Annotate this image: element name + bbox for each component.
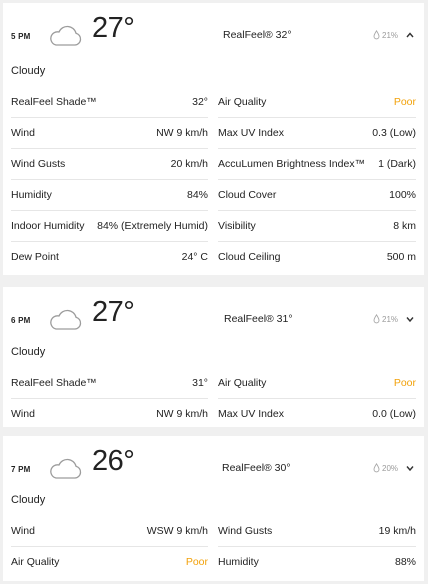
detail-row-wind: Wind NW 9 km/h (11, 118, 208, 149)
detail-value: 31° (192, 377, 208, 389)
detail-label: Air Quality (11, 556, 60, 568)
chevron-up-icon[interactable] (405, 31, 415, 39)
detail-label: Wind (11, 408, 35, 420)
detail-label: Humidity (218, 556, 259, 568)
detail-label: Humidity (11, 189, 52, 201)
chevron-down-icon[interactable] (405, 464, 415, 472)
detail-row-air-quality: Air Quality Poor (218, 368, 416, 399)
detail-row-air-quality: Air Quality Poor (11, 547, 208, 578)
detail-label: Cloud Ceiling (218, 251, 281, 263)
detail-value: 20 km/h (170, 158, 208, 170)
detail-label: Dew Point (11, 251, 59, 263)
detail-row-max-uv-index: Max UV Index 0.3 (Low) (218, 118, 416, 149)
detail-value: 100% (389, 189, 416, 201)
detail-value: 1 (Dark) (378, 158, 416, 170)
detail-value: 84% (186, 189, 208, 201)
air-quality-value: Poor (393, 377, 416, 389)
detail-value: 32° (192, 96, 208, 108)
detail-row-air-quality: Air Quality Poor (218, 87, 416, 118)
weather-phrase: Cloudy (11, 65, 46, 77)
cloud-icon (50, 25, 82, 46)
raindrop-icon (373, 314, 380, 324)
hour-time: 7 PM (11, 465, 31, 474)
detail-label: Visibility (218, 220, 256, 232)
detail-row-humidity: Humidity 88% (218, 547, 416, 578)
detail-row-realfeel-shade: RealFeel Shade™ 32° (11, 87, 208, 118)
detail-value: 24° C (181, 251, 208, 263)
detail-label: Wind Gusts (11, 158, 66, 170)
precipitation-probability: 21% (373, 30, 398, 40)
hourly-card-header[interactable]: 7 PM 26° RealFeel® 30° 20% (3, 436, 424, 498)
hour-time: 5 PM (11, 32, 31, 41)
detail-value: 0.0 (Low) (372, 408, 416, 420)
detail-label: Wind (11, 525, 35, 537)
detail-label: Indoor Humidity (11, 220, 85, 232)
hour-realfeel: RealFeel® 30° (222, 462, 291, 474)
detail-row-indoor-humidity: Indoor Humidity 84% (Extremely Humid) (11, 211, 208, 242)
detail-row-visibility: Visibility 8 km (218, 211, 416, 242)
weather-phrase: Cloudy (11, 346, 46, 358)
detail-row-wind-gusts: Wind Gusts 20 km/h (11, 149, 208, 180)
detail-value: WSW 9 km/h (146, 525, 208, 537)
detail-row-humidity: Humidity 84% (11, 180, 208, 211)
hour-realfeel: RealFeel® 31° (224, 313, 293, 325)
detail-row-realfeel-shade: RealFeel Shade™ 31° (11, 368, 208, 399)
raindrop-icon (373, 30, 380, 40)
precipitation-probability: 20% (373, 463, 398, 473)
detail-label: RealFeel Shade™ (11, 96, 97, 108)
detail-label: Max UV Index (218, 127, 284, 139)
detail-value: NW 9 km/h (156, 127, 208, 139)
chevron-down-icon[interactable] (405, 315, 415, 323)
detail-row-wind: Wind NW 9 km/h (11, 399, 208, 430)
detail-row-dew-point: Dew Point 24° C (11, 242, 208, 273)
detail-value: 8 km (393, 220, 416, 232)
detail-value: 88% (394, 556, 416, 568)
precipitation-value: 21% (382, 314, 399, 324)
hour-temperature: 26° (92, 445, 135, 477)
precipitation-value: 20% (382, 463, 399, 473)
detail-value: 500 m (386, 251, 416, 263)
detail-label: Air Quality (218, 96, 267, 108)
hour-temperature: 27° (92, 12, 135, 44)
hourly-card-header[interactable]: 6 PM 27° RealFeel® 31° 21% (3, 287, 424, 349)
raindrop-icon (373, 463, 380, 473)
detail-row-wind-gusts: Wind Gusts 19 km/h (218, 516, 416, 547)
detail-value: 19 km/h (378, 525, 416, 537)
hour-time: 6 PM (11, 316, 31, 325)
hourly-card-5pm[interactable]: 5 PM 27° RealFeel® 32° 21% Cloudy RealFe… (3, 3, 424, 275)
detail-label: Max UV Index (218, 408, 284, 420)
hour-temperature: 27° (92, 296, 135, 328)
detail-row-wind: Wind WSW 9 km/h (11, 516, 208, 547)
detail-label: Wind (11, 127, 35, 139)
detail-label: Cloud Cover (218, 189, 277, 201)
precipitation-probability: 21% (373, 314, 398, 324)
detail-label: Wind Gusts (218, 525, 273, 537)
detail-value: 84% (Extremely Humid) (97, 220, 208, 232)
detail-row-cloud-ceiling: Cloud Ceiling 500 m (218, 242, 416, 273)
precipitation-value: 21% (382, 30, 399, 40)
hourly-card-header[interactable]: 5 PM 27° RealFeel® 32° 21% (3, 3, 424, 65)
detail-label: Air Quality (218, 377, 267, 389)
hour-realfeel: RealFeel® 32° (223, 29, 292, 41)
cloud-icon (50, 309, 82, 330)
weather-phrase: Cloudy (11, 494, 46, 506)
detail-value: 0.3 (Low) (372, 127, 416, 139)
hourly-card-7pm[interactable]: 7 PM 26° RealFeel® 30° 20% Cloudy Wind W… (3, 436, 424, 581)
air-quality-value: Poor (185, 556, 208, 568)
cloud-icon (50, 458, 82, 479)
detail-label: RealFeel Shade™ (11, 377, 97, 389)
detail-value: NW 9 km/h (156, 408, 208, 420)
detail-row-cloud-cover: Cloud Cover 100% (218, 180, 416, 211)
detail-row-brightness-index: AccuLumen Brightness Index™ 1 (Dark) (218, 149, 416, 180)
detail-row-max-uv-index: Max UV Index 0.0 (Low) (218, 399, 416, 430)
air-quality-value: Poor (393, 96, 416, 108)
hourly-card-6pm[interactable]: 6 PM 27° RealFeel® 31° 21% Cloudy RealFe… (3, 287, 424, 427)
detail-label: AccuLumen Brightness Index™ (218, 158, 366, 170)
